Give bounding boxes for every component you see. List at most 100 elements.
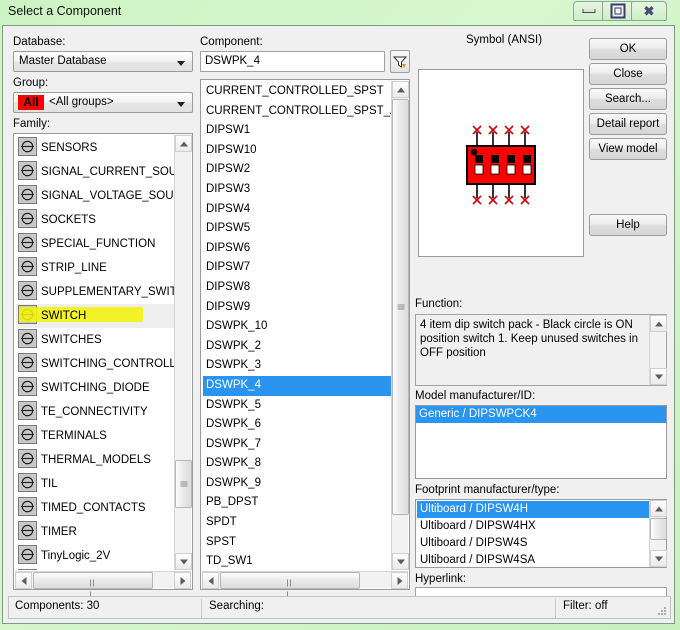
component-item[interactable]: SPST — [203, 533, 391, 553]
family-list[interactable]: SENSORS SIGNAL_CURRENT_SOURCE SIGNAL_VOLTA… — [16, 136, 174, 570]
footprint-vertical-scrollbar[interactable] — [649, 500, 667, 567]
model-manufacturer-list[interactable]: Generic / DIPSWPCK4 — [415, 405, 667, 479]
component-item[interactable]: CURRENT_CONTROLLED_SPST_ANIMA — [203, 102, 391, 122]
footprint-item[interactable]: Ultiboard / DIPSW4S — [417, 535, 649, 552]
function-textbox[interactable]: 4 item dip switch pack - Black circle is… — [415, 314, 667, 386]
component-hscroll-thumb[interactable] — [220, 572, 360, 598]
footprint-scroll-thumb[interactable] — [650, 518, 667, 540]
family-item-supplementary-switching[interactable]: SUPPLEMENTARY_SWITCHING — [16, 280, 174, 304]
family-item-terminals[interactable]: TERMINALS — [16, 424, 174, 448]
family-hscroll-thumb[interactable] — [33, 572, 153, 598]
family-item-switches[interactable]: SWITCHES — [16, 328, 174, 352]
group-select[interactable]: All <All groups> — [13, 92, 193, 113]
component-horizontal-scrollbar[interactable] — [202, 571, 408, 598]
family-item-til[interactable]: TIL — [16, 472, 174, 496]
detail-report-button[interactable]: Detail report — [589, 113, 667, 135]
component-item[interactable]: DIPSW4 — [203, 200, 391, 220]
component-item[interactable]: PB_DPST — [203, 493, 391, 513]
component-item[interactable]: DSWPK_10 — [203, 317, 391, 337]
component-item[interactable]: CURRENT_CONTROLLED_SPST — [203, 82, 391, 102]
family-horizontal-scrollbar[interactable] — [15, 571, 191, 598]
family-item-te-connectivity[interactable]: TE_CONNECTIVITY — [16, 400, 174, 424]
family-item-switching-controller[interactable]: SWITCHING_CONTROLLER — [16, 352, 174, 376]
family-item-thermal-models[interactable]: THERMAL_MODELS — [16, 448, 174, 472]
component-hscroll-right-button[interactable] — [391, 572, 408, 589]
close-button[interactable]: ✖ — [631, 1, 667, 21]
database-select[interactable]: Master Database — [13, 51, 193, 72]
restore-icon — [610, 3, 625, 19]
view-model-button[interactable]: View model — [589, 138, 667, 160]
component-item[interactable]: SPDT — [203, 513, 391, 533]
function-scroll-up-button[interactable] — [650, 315, 667, 332]
family-item-tinylogic-3v[interactable]: TinyLogic_3V — [16, 568, 174, 570]
function-vertical-scrollbar[interactable] — [649, 315, 667, 385]
family-scroll-up-button[interactable] — [175, 135, 192, 152]
component-scroll-down-button[interactable] — [392, 553, 409, 570]
component-item[interactable]: DIPSW9 — [203, 298, 391, 318]
model-manufacturer-item[interactable]: Generic / DIPSWPCK4 — [416, 406, 666, 423]
search-button[interactable]: Search... — [589, 88, 667, 110]
footprint-list[interactable]: Ultiboard / DIPSW4H Ultiboard / DIPSW4HX U… — [417, 501, 649, 567]
component-item[interactable]: DIPSW10 — [203, 141, 391, 161]
family-item-strip-line[interactable]: STRIP_LINE — [16, 256, 174, 280]
component-item[interactable]: DSWPK_8 — [203, 454, 391, 474]
family-item-special-function[interactable]: SPECIAL_FUNCTION — [16, 232, 174, 256]
function-scroll-down-button[interactable] — [650, 368, 667, 385]
footprint-scroll-down-button[interactable] — [650, 550, 667, 567]
footprint-scroll-up-button[interactable] — [650, 500, 667, 517]
family-item-timed-contacts[interactable]: TIMED_CONTACTS — [16, 496, 174, 520]
family-item-tinylogic-2v[interactable]: TinyLogic_2V — [16, 544, 174, 568]
ok-button[interactable]: OK — [589, 38, 667, 60]
family-item-signal-voltage-source[interactable]: SIGNAL_VOLTAGE_SOURCE — [16, 184, 174, 208]
family-item-label: TinyLogic_2V — [41, 550, 111, 562]
filter-button[interactable] — [390, 50, 410, 73]
family-item-timer[interactable]: TIMER — [16, 520, 174, 544]
component-item[interactable]: DSWPK_5 — [203, 396, 391, 416]
family-vertical-scrollbar[interactable] — [174, 135, 192, 570]
component-hscroll-left-button[interactable] — [202, 572, 219, 589]
component-scroll-up-button[interactable] — [392, 81, 409, 98]
component-item[interactable]: DSWPK_6 — [203, 415, 391, 435]
component-list[interactable]: CURRENT_CONTROLLED_SPST CURRENT_CONTROLLE… — [203, 82, 391, 570]
component-search-input[interactable]: DSWPK_4 — [200, 51, 385, 72]
family-item-switching-diode[interactable]: SWITCHING_DIODE — [16, 376, 174, 400]
thermal-models-icon — [18, 449, 37, 468]
restore-button[interactable] — [602, 1, 633, 21]
component-item[interactable]: DSWPK_9 — [203, 474, 391, 494]
family-item-switch[interactable]: SWITCH — [16, 304, 174, 328]
component-item[interactable]: TD_SW1 — [203, 552, 391, 570]
component-item[interactable]: DSWPK_4 — [203, 375, 391, 396]
component-item[interactable]: DIPSW3 — [203, 180, 391, 200]
resize-grip-icon[interactable] — [656, 605, 667, 616]
component-scroll-thumb[interactable] — [392, 99, 409, 515]
component-item[interactable]: DIPSW7 — [203, 258, 391, 278]
footprint-manufacturer-label: Footprint manufacturer/type: — [415, 484, 560, 496]
component-item[interactable]: DSWPK_7 — [203, 435, 391, 455]
component-item[interactable]: DSWPK_2 — [203, 337, 391, 357]
family-hscroll-left-button[interactable] — [15, 572, 32, 589]
family-hscroll-right-button[interactable] — [174, 572, 191, 589]
component-item[interactable]: DSWPK_3 — [203, 356, 391, 376]
footprint-item[interactable]: Ultiboard / DIPSW4H — [417, 501, 649, 518]
minimize-button[interactable] — [573, 1, 604, 21]
component-list-panel: CURRENT_CONTROLLED_SPST CURRENT_CONTROLLE… — [200, 79, 410, 598]
strip-line-icon — [18, 257, 37, 276]
component-vertical-scrollbar[interactable] — [391, 81, 409, 570]
family-item-sockets[interactable]: SOCKETS — [16, 208, 174, 232]
component-item[interactable]: DIPSW8 — [203, 278, 391, 298]
family-scroll-thumb[interactable] — [175, 460, 192, 508]
family-item-sensors[interactable]: SENSORS — [16, 136, 174, 160]
triangle-right-icon — [180, 576, 185, 585]
family-item-label: SUPPLEMENTARY_SWITCHING — [41, 286, 174, 298]
family-item-label: SENSORS — [41, 142, 98, 154]
footprint-item[interactable]: Ultiboard / DIPSW4HX — [417, 518, 649, 535]
component-item[interactable]: DIPSW2 — [203, 160, 391, 180]
footprint-item[interactable]: Ultiboard / DIPSW4SA — [417, 552, 649, 567]
component-item[interactable]: DIPSW5 — [203, 219, 391, 239]
close-button-dialog[interactable]: Close — [589, 63, 667, 85]
component-item[interactable]: DIPSW1 — [203, 121, 391, 141]
component-item[interactable]: DIPSW6 — [203, 239, 391, 259]
help-button[interactable]: Help — [589, 214, 667, 236]
family-item-signal-current-source[interactable]: SIGNAL_CURRENT_SOURCE — [16, 160, 174, 184]
family-scroll-down-button[interactable] — [175, 553, 192, 570]
